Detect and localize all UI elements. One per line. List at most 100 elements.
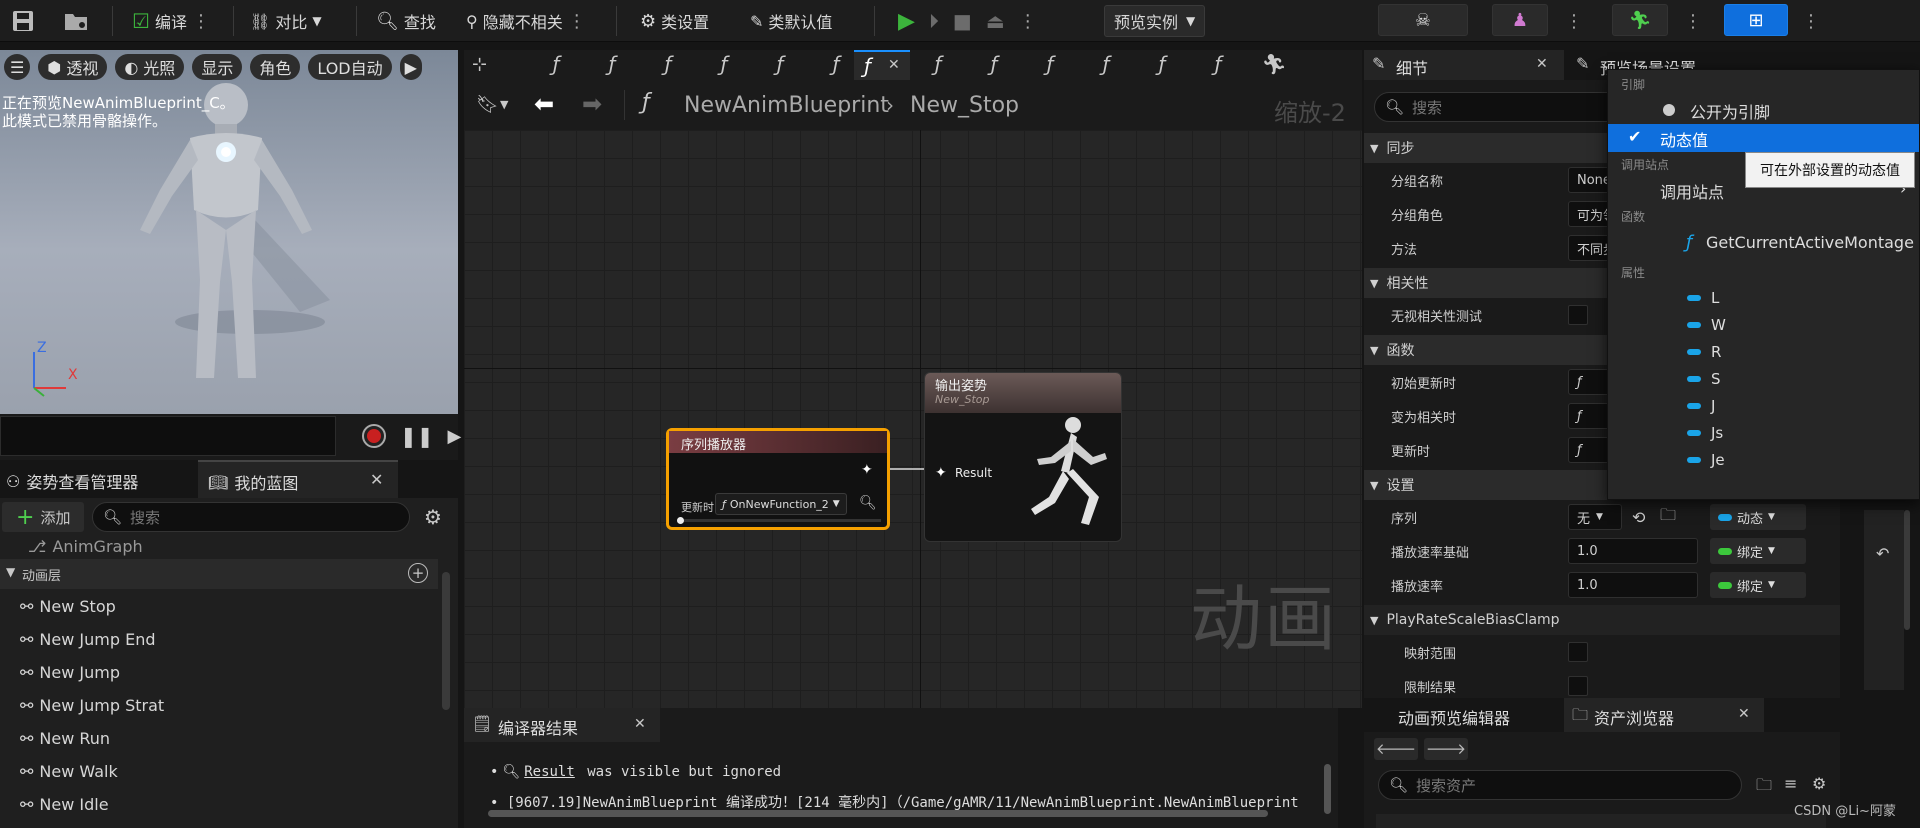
viewport-menu-button[interactable]: ☰ — [4, 54, 31, 80]
menu-item-function[interactable]: ƒ GetCurrentActiveMontage — [1608, 228, 1919, 260]
filter-icon[interactable]: ≡ — [1784, 774, 1797, 793]
menu-item-variable[interactable]: S — [1608, 365, 1919, 392]
menu-item-variable[interactable]: R — [1608, 338, 1919, 365]
menu-item-variable[interactable]: W — [1608, 311, 1919, 338]
play-rate-bind-dropdown[interactable]: 绑定 ▼ — [1710, 572, 1806, 598]
list-item[interactable]: ⚯ New Stop — [0, 590, 438, 623]
record-icon[interactable] — [362, 424, 386, 448]
close-icon[interactable]: ✕ — [370, 470, 383, 489]
sequence-asset-picker[interactable]: 无 ▼ — [1568, 504, 1622, 530]
sequence-progress-thumb[interactable] — [677, 517, 684, 524]
back-arrow-icon[interactable]: ⬅ — [534, 90, 554, 118]
blueprint-options-icon[interactable]: ⋮ — [1802, 0, 1820, 42]
function-tab[interactable]: ƒ — [640, 52, 696, 76]
function-tab[interactable]: ƒ — [584, 52, 640, 76]
use-selected-icon[interactable]: ⟲ — [1632, 508, 1645, 527]
graph-overview-icon[interactable]: ⊹ — [472, 54, 487, 75]
stop-icon[interactable]: ■ — [953, 9, 972, 33]
forward-arrow-icon[interactable]: 🡒 — [1424, 738, 1468, 760]
lighting-button[interactable]: ◐ 光照 — [115, 54, 185, 80]
menu-item-variable[interactable]: J — [1608, 392, 1919, 419]
play-rate-basis-value[interactable]: 1.0 — [1568, 538, 1698, 564]
section-clamp[interactable]: ▼ PlayRateScaleBiasClamp — [1364, 605, 1840, 635]
list-item[interactable]: ⚯ New Jump — [0, 656, 438, 689]
function-tab[interactable]: ƒ — [752, 52, 808, 76]
mesh-mode-button[interactable]: ♟ — [1492, 4, 1548, 36]
menu-item-variable[interactable]: L — [1608, 284, 1919, 311]
pause-icon[interactable]: ❚❚ — [400, 424, 434, 448]
play-rate-value[interactable]: 1.0 — [1568, 572, 1698, 598]
list-item[interactable]: ⚯ New Idle — [0, 788, 438, 821]
hide-options-icon[interactable]: ⋮ — [568, 11, 586, 32]
play-options-icon[interactable]: ⋮ — [1019, 11, 1037, 32]
save-icon[interactable] — [12, 0, 34, 42]
map-range-checkbox[interactable] — [1568, 642, 1588, 662]
settings-gear-icon[interactable]: ⚙ — [424, 505, 442, 529]
forward-arrow-icon[interactable]: ➡ — [582, 90, 602, 118]
close-icon[interactable]: ✕ — [1738, 706, 1750, 722]
list-item[interactable]: ⚯ New Jump End — [0, 623, 438, 656]
preview-instance-dropdown[interactable]: 预览实例 ▼ — [1104, 0, 1206, 42]
tab-pose-watch[interactable]: ⚇ 姿势查看管理器 — [6, 469, 138, 493]
function-tab-active[interactable]: ƒ ✕ — [854, 50, 910, 80]
close-icon[interactable]: ✕ — [1536, 56, 1548, 72]
find-button[interactable]: 🔍︎ 查找 — [376, 0, 436, 42]
anim-options-icon[interactable]: ⋮ — [1684, 0, 1702, 42]
search-icon[interactable]: 🔍︎ — [859, 495, 877, 511]
menu-item-variable[interactable]: Je — [1608, 446, 1919, 473]
list-item[interactable]: ⚯ New Jump Strat — [0, 689, 438, 722]
add-layer-icon[interactable]: + — [408, 563, 428, 583]
function-tab[interactable]: ƒ — [528, 52, 584, 76]
function-tab[interactable]: ƒ — [966, 52, 1022, 76]
output-pose-node[interactable]: 输出姿势 New_Stop ✦ Result — [924, 372, 1122, 542]
ignore-relevancy-checkbox[interactable] — [1568, 305, 1588, 325]
preview-viewport[interactable]: ☰ ⬢ 透视 ◐ 光照 显示 角色 LOD自动 ▶ 正在预览NewAnimBluep… — [0, 50, 458, 414]
viewport-more-button[interactable]: ▶ — [399, 54, 422, 80]
breadcrumb-leaf[interactable]: New_Stop — [910, 93, 1019, 118]
close-icon[interactable]: ✕ — [634, 716, 646, 732]
bookmark-icon[interactable]: 🔖︎ — [476, 94, 499, 115]
sequence-dynamic-dropdown[interactable]: 动态 ▼ — [1710, 504, 1806, 530]
anim-graph-canvas[interactable]: 序列播放器 ✦ 更新时 ƒ OnNewFunction_2 ▼ 🔍︎ 输出姿势 … — [464, 130, 1362, 708]
perspective-button[interactable]: ⬢ 透视 — [38, 54, 108, 80]
play-icon[interactable]: ▶ — [898, 9, 915, 34]
hide-unrelated-button[interactable]: ⚲ 隐藏不相关 ⋮ — [466, 0, 586, 42]
class-defaults-button[interactable]: ✎ 类默认值 — [750, 0, 832, 42]
play-rate-basis-bind-dropdown[interactable]: 绑定 ▼ — [1710, 538, 1806, 564]
chevron-down-icon[interactable]: ▼ — [500, 98, 508, 111]
function-tab[interactable]: ƒ — [910, 52, 966, 76]
gear-icon[interactable]: ⚙ — [1812, 774, 1826, 793]
compile-button[interactable]: ☑ 编译 ⋮ — [132, 0, 210, 42]
asset-search-input[interactable]: 🔍︎ 搜索资产 — [1378, 770, 1742, 800]
diff-button[interactable]: ⛓ 对比 ▼ — [250, 0, 322, 42]
folder-icon[interactable]: 🗀 — [1756, 774, 1772, 801]
animation-mode-button[interactable]: 🏃︎ — [1612, 4, 1668, 36]
browse-asset-icon[interactable]: 🗀 — [1660, 504, 1676, 531]
add-button[interactable]: + 添加 — [2, 502, 84, 532]
class-settings-button[interactable]: ⚙ 类设置 — [640, 0, 709, 42]
eject-icon[interactable]: ⏏ — [986, 9, 1005, 33]
step-icon[interactable]: ⏵ — [929, 9, 939, 33]
compile-options-icon[interactable]: ⋮ — [192, 11, 210, 32]
menu-item-expose-pin[interactable]: 公开为引脚 — [1608, 96, 1919, 124]
tab-asset-browser[interactable]: 🗀 资产浏览器 ✕ — [1564, 698, 1764, 732]
compiler-hscrollbar[interactable] — [488, 810, 1268, 817]
list-item[interactable]: ⚯ New Walk — [0, 755, 438, 788]
show-button[interactable]: 显示 — [192, 54, 243, 80]
function-tab[interactable]: ƒ — [1190, 52, 1246, 76]
tab-details[interactable]: ✎ 细节 ✕ — [1364, 50, 1564, 80]
update-function-dropdown[interactable]: ƒ OnNewFunction_2 ▼ — [715, 493, 847, 515]
sequence-player-node[interactable]: 序列播放器 ✦ 更新时 ƒ OnNewFunction_2 ▼ 🔍︎ — [666, 428, 890, 530]
close-icon[interactable]: ✕ — [888, 57, 900, 73]
list-item[interactable]: ⚯ New Run — [0, 722, 438, 755]
breadcrumb-root[interactable]: NewAnimBlueprint — [684, 93, 889, 118]
character-button[interactable]: 角色 — [250, 54, 301, 80]
back-arrow-icon[interactable]: 🡐 — [1374, 738, 1418, 760]
timeline-scrub[interactable] — [0, 416, 336, 456]
browse-folder-icon[interactable] — [64, 0, 90, 42]
result-link[interactable]: Result — [524, 764, 575, 780]
clamp-result-checkbox[interactable] — [1568, 676, 1588, 696]
function-tab[interactable]: ƒ — [1078, 52, 1134, 76]
left-panel-scrollbar[interactable] — [442, 572, 450, 710]
blueprint-search-input[interactable]: 🔍︎ 搜索 — [92, 502, 410, 532]
